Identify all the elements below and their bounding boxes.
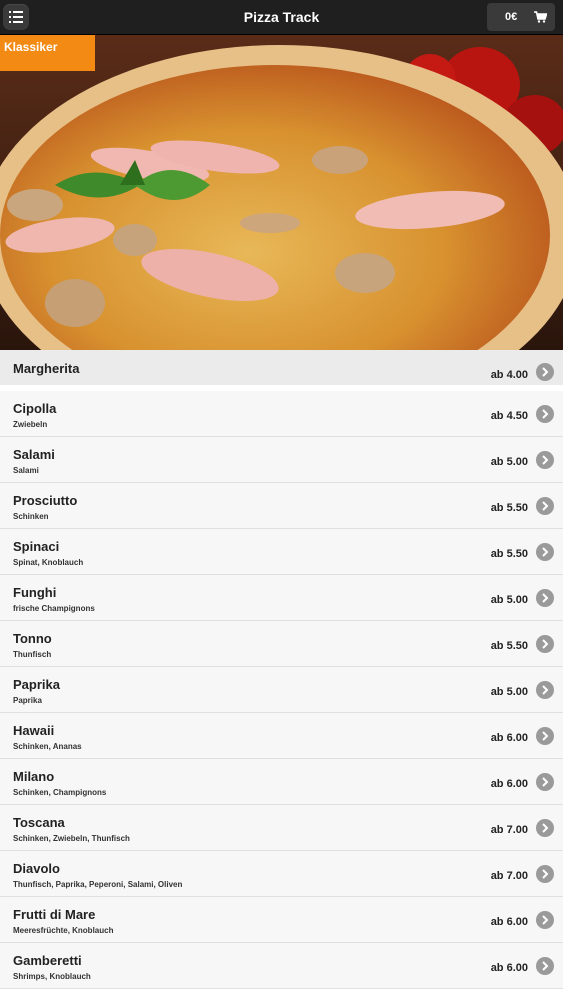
chevron-right-icon[interactable]	[536, 681, 554, 699]
chevron-right-icon[interactable]	[536, 773, 554, 791]
menu-item-price: ab 5.00	[490, 456, 528, 468]
menu-item-1[interactable]: Margherita ab 4.00	[0, 350, 563, 391]
menu-item-name: Hawaii	[13, 723, 55, 738]
menu-item-description: Salami	[13, 466, 39, 475]
menu-item-price: ab 6.00	[490, 962, 528, 974]
menu-item-name: Funghi	[13, 585, 57, 600]
menu-item-price: ab 5.50	[490, 548, 528, 560]
menu-item-description: Zwiebeln	[13, 420, 48, 429]
category-hero-image	[0, 35, 563, 350]
menu-item-name: Margherita	[13, 361, 80, 376]
menu-list: Margherita ab 4.00 Cipolla Zwiebeln ab 4.50 S…	[0, 350, 563, 989]
chevron-right-icon[interactable]	[536, 363, 554, 381]
menu-item-name: Salami	[13, 447, 55, 462]
menu-item-price: ab 7.00	[490, 824, 528, 836]
chevron-right-icon[interactable]	[536, 635, 554, 653]
menu-item-name: Gamberetti	[13, 953, 82, 968]
category-tag[interactable]: Klassiker	[0, 35, 95, 71]
menu-item-14[interactable]: Gamberetti Shrimps, Knoblauch ab 6.00	[0, 943, 563, 989]
menu-item-name: Toscana	[13, 815, 65, 830]
menu-item-12[interactable]: Diavolo Thunfisch, Paprika, Peperoni, Sal…	[0, 851, 563, 897]
menu-item-9[interactable]: Hawaii Schinken, Ananas ab 6.00	[0, 713, 563, 759]
menu-item-description: Thunfisch	[13, 650, 52, 659]
cart-button[interactable]: 0€	[487, 3, 555, 31]
menu-item-10[interactable]: Milano Schinken, Champignons ab 6.00	[0, 759, 563, 805]
menu-item-name: Paprika	[13, 677, 60, 692]
menu-item-description: Thunfisch, Paprika, Peperoni, Salami, Ol…	[13, 880, 183, 889]
menu-item-6[interactable]: Funghi frische Champignons ab 5.00	[0, 575, 563, 621]
menu-item-name: Prosciutto	[13, 493, 78, 508]
menu-item-price: ab 4.00	[490, 369, 528, 381]
menu-item-price: ab 5.50	[490, 640, 528, 652]
menu-item-price: ab 4.50	[490, 410, 528, 422]
menu-item-price: ab 7.00	[490, 870, 528, 882]
menu-item-description: Schinken, Zwiebeln, Thunfisch	[13, 834, 130, 843]
chevron-right-icon[interactable]	[536, 911, 554, 929]
menu-item-description: Schinken, Champignons	[13, 788, 107, 797]
menu-item-13[interactable]: Frutti di Mare Meeresfrüchte, Knoblauch ab…	[0, 897, 563, 943]
chevron-right-icon[interactable]	[536, 451, 554, 469]
chevron-right-icon[interactable]	[536, 589, 554, 607]
menu-item-name: Milano	[13, 769, 55, 784]
menu-item-11[interactable]: Toscana Schinken, Zwiebeln, Thunfisch ab 7…	[0, 805, 563, 851]
menu-item-name: Diavolo	[13, 861, 60, 876]
menu-item-description: Spinat, Knoblauch	[13, 558, 84, 567]
menu-item-4[interactable]: Prosciutto Schinken ab 5.50	[0, 483, 563, 529]
chevron-right-icon[interactable]	[536, 497, 554, 515]
chevron-right-icon[interactable]	[536, 543, 554, 561]
menu-item-price: ab 5.00	[490, 594, 528, 606]
cart-total: 0€	[505, 11, 518, 23]
menu-item-name: Spinaci	[13, 539, 60, 554]
menu-item-price: ab 5.50	[490, 502, 528, 514]
chevron-right-icon[interactable]	[536, 819, 554, 837]
menu-item-name: Frutti di Mare	[13, 907, 96, 922]
menu-item-5[interactable]: Spinaci Spinat, Knoblauch ab 5.50	[0, 529, 563, 575]
menu-item-8[interactable]: Paprika Paprika ab 5.00	[0, 667, 563, 713]
menu-item-price: ab 5.00	[490, 686, 528, 698]
menu-item-7[interactable]: Tonno Thunfisch ab 5.50	[0, 621, 563, 667]
menu-item-description: Shrimps, Knoblauch	[13, 972, 91, 981]
menu-item-description: Meeresfrüchte, Knoblauch	[13, 926, 114, 935]
menu-item-price: ab 6.00	[490, 778, 528, 790]
menu-item-price: ab 6.00	[490, 732, 528, 744]
menu-item-3[interactable]: Salami Salami ab 5.00	[0, 437, 563, 483]
app-header: Pizza Track 0€	[0, 0, 563, 35]
menu-item-price: ab 6.00	[490, 916, 528, 928]
chevron-right-icon[interactable]	[536, 865, 554, 883]
menu-item-description: Schinken	[13, 512, 49, 521]
menu-item-description: Schinken, Ananas	[13, 742, 82, 751]
app-title: Pizza Track	[243, 9, 320, 25]
menu-item-2[interactable]: Cipolla Zwiebeln ab 4.50	[0, 391, 563, 437]
menu-item-name: Cipolla	[13, 401, 57, 416]
menu-item-description: frische Champignons	[13, 604, 95, 613]
chevron-right-icon[interactable]	[536, 727, 554, 745]
shopping-cart-icon	[534, 11, 547, 23]
chevron-right-icon[interactable]	[536, 405, 554, 423]
menu-item-description: Paprika	[13, 696, 42, 705]
menu-item-name: Tonno	[13, 631, 52, 646]
chevron-right-icon[interactable]	[536, 957, 554, 975]
